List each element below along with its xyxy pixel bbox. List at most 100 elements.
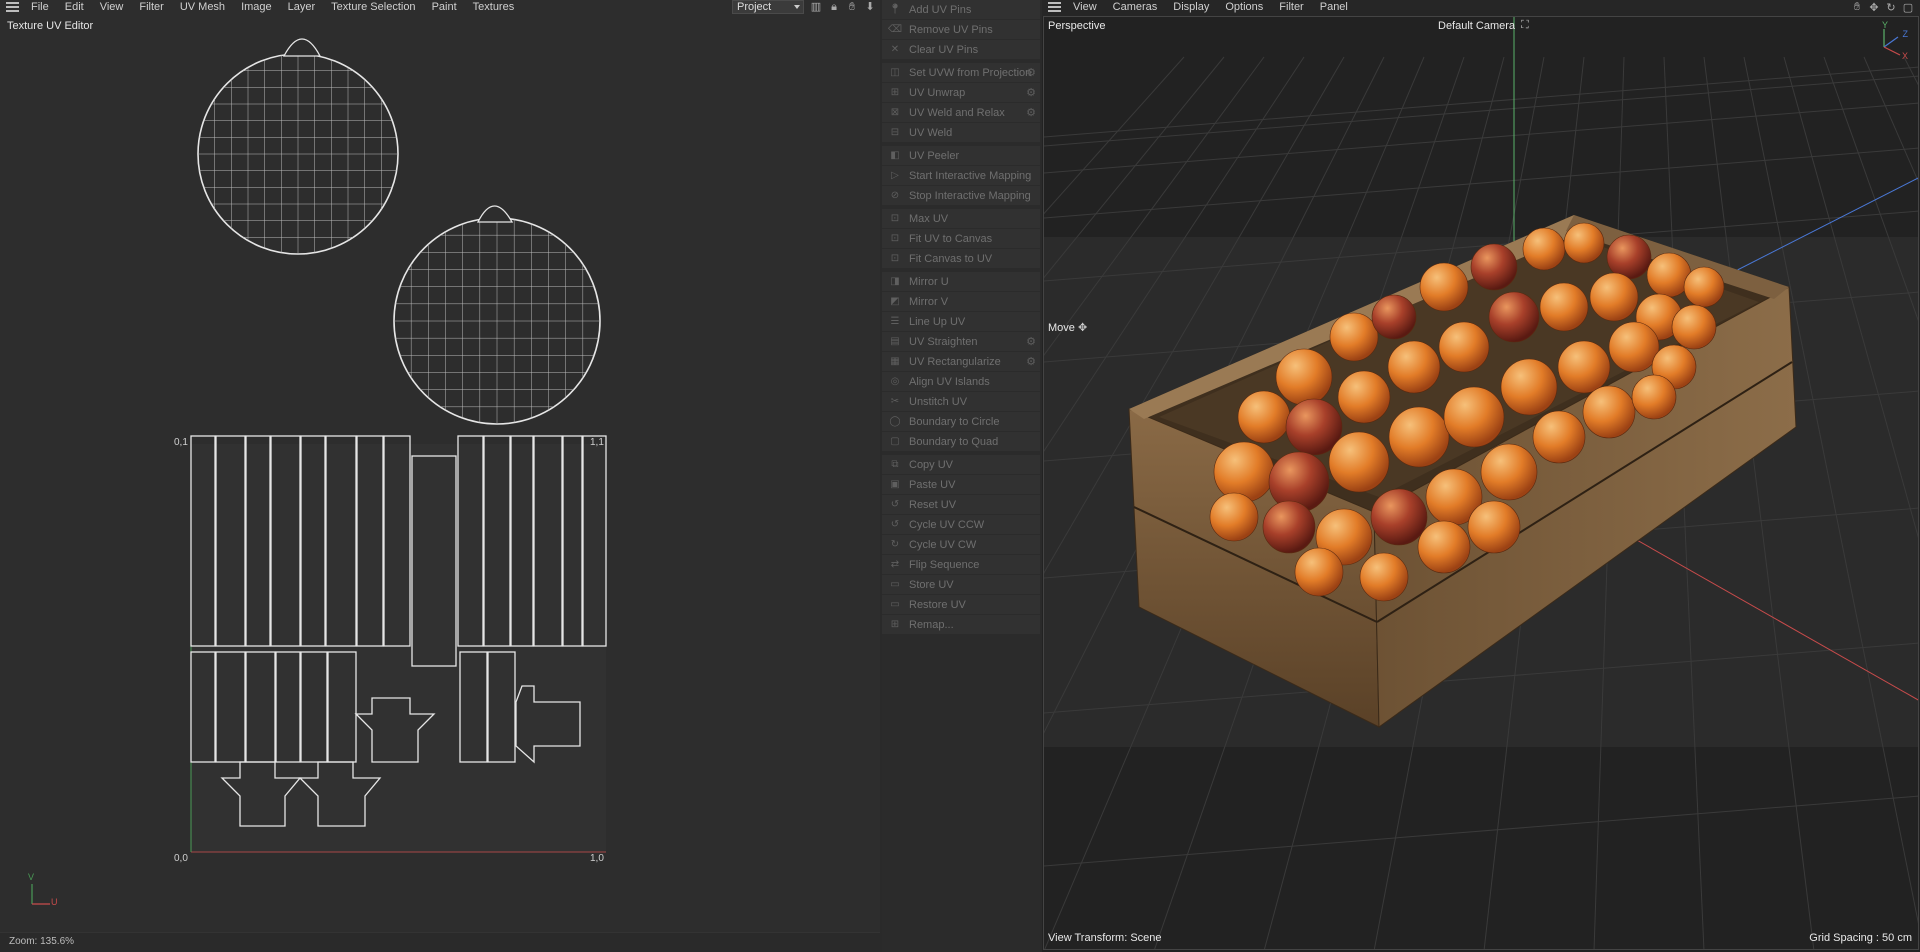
camera-label[interactable]: Default Camera: [1438, 20, 1515, 32]
mirror-v-icon: ◩: [890, 295, 900, 307]
tool-mirror-v[interactable]: ◩ Mirror V: [882, 292, 1040, 312]
gear-icon[interactable]: ⚙︎: [1026, 356, 1036, 368]
tool-group: 📍︎ Add UV Pins ⌫ Remove UV Pins ✕ Clear UV Pi…: [882, 0, 1040, 60]
menu-edit[interactable]: Edit: [57, 0, 92, 14]
gear-icon[interactable]: ⚙︎: [1026, 107, 1036, 119]
tool-clear-uv-pins[interactable]: ✕ Clear UV Pins: [882, 40, 1040, 60]
menu-hamburger-icon[interactable]: [6, 2, 19, 12]
tool-cycle-uv-cw[interactable]: ↻ Cycle UV CW: [882, 535, 1040, 555]
tool-uv-rectangularize[interactable]: ▦ UV Rectangularize ⚙︎: [882, 352, 1040, 372]
tool-max-uv[interactable]: ⊡ Max UV: [882, 209, 1040, 229]
rotate-icon[interactable]: ↻: [1885, 1, 1897, 14]
tool-group: ⊡ Max UV ⊡ Fit UV to Canvas ⊡ Fit Canvas to U…: [882, 209, 1040, 269]
tool-start-interactive-mapping[interactable]: ▷ Start Interactive Mapping: [882, 166, 1040, 186]
cw-icon: ↻: [890, 538, 900, 550]
tool-remap[interactable]: ⊞ Remap...: [882, 615, 1040, 635]
menu-filter[interactable]: Filter: [1271, 0, 1311, 14]
tool-store-uv[interactable]: ▭ Store UV: [882, 575, 1040, 595]
circle-icon: ◯: [889, 415, 901, 427]
camera-icon[interactable]: ⛶: [1521, 19, 1529, 32]
store-icon: ▭: [890, 578, 900, 590]
tool-label: Cycle UV CCW: [909, 518, 985, 531]
uv-island-stem-b: [476, 205, 514, 223]
menu-view[interactable]: View: [1065, 0, 1105, 14]
tool-remove-uv-pins[interactable]: ⌫ Remove UV Pins: [882, 20, 1040, 40]
tool-label: Clear UV Pins: [909, 43, 979, 56]
gear-icon[interactable]: ⚙︎: [1026, 336, 1036, 348]
menu-cameras[interactable]: Cameras: [1105, 0, 1166, 14]
play-icon: ▷: [891, 169, 899, 181]
menu-hamburger-icon[interactable]: [1048, 2, 1061, 12]
project-select[interactable]: Project: [732, 0, 804, 14]
menu-texture-selection[interactable]: Texture Selection: [323, 0, 423, 14]
tool-label: UV Weld and Relax: [909, 106, 1005, 119]
tool-fit-canvas-to-uv[interactable]: ⊡ Fit Canvas to UV: [882, 249, 1040, 269]
gizmo-y-label: Y: [1881, 20, 1888, 30]
tool-boundary-to-circle[interactable]: ◯ Boundary to Circle: [882, 412, 1040, 432]
menu-paint[interactable]: Paint: [424, 0, 465, 14]
tool-label: Cycle UV CW: [909, 538, 977, 551]
histogram-icon[interactable]: ▥: [810, 1, 822, 13]
tool-label: UV Unwrap: [909, 86, 966, 99]
tool-stop-interactive-mapping[interactable]: ⊘ Stop Interactive Mapping: [882, 186, 1040, 206]
menu-filter[interactable]: Filter: [131, 0, 171, 14]
tool-label: Boundary to Quad: [909, 435, 999, 448]
tool-uv-weld-and-relax[interactable]: ⊠ UV Weld and Relax ⚙︎: [882, 103, 1040, 123]
quad-icon: ▢: [890, 435, 900, 447]
fruit: [1262, 500, 1316, 554]
menu-options[interactable]: Options: [1217, 0, 1271, 14]
tool-cycle-uv-ccw[interactable]: ↺ Cycle UV CCW: [882, 515, 1040, 535]
tool-restore-uv[interactable]: ▭ Restore UV: [882, 595, 1040, 615]
menu-layer[interactable]: Layer: [280, 0, 324, 14]
viewport-canvas[interactable]: Perspective Default Camera ⛶ Move ✥ Y Z …: [1043, 16, 1919, 950]
tool-fit-uv-to-canvas[interactable]: ⊡ Fit UV to Canvas: [882, 229, 1040, 249]
menu-image[interactable]: Image: [233, 0, 280, 14]
maximize-icon[interactable]: ▢: [1902, 1, 1914, 14]
fruit: [1480, 443, 1538, 501]
tool-mirror-u[interactable]: ◨ Mirror U: [882, 272, 1040, 292]
tool-flip-sequence[interactable]: ⇄ Flip Sequence: [882, 555, 1040, 575]
hand-icon[interactable]: ✋︎: [846, 1, 858, 13]
gizmo-x-label: X: [1901, 51, 1908, 61]
menu-textures[interactable]: Textures: [465, 0, 523, 14]
tool-align-uv-islands[interactable]: ◎ Align UV Islands: [882, 372, 1040, 392]
tool-label: Max UV: [909, 212, 949, 225]
lock-icon[interactable]: 🔒︎: [828, 1, 840, 13]
projection-label[interactable]: Perspective: [1048, 20, 1105, 32]
viewport-scene: [1044, 17, 1918, 949]
menu-uv-mesh[interactable]: UV Mesh: [172, 0, 233, 14]
tool-copy-uv[interactable]: ⧉ Copy UV: [882, 455, 1040, 475]
uv-label-uv-max: 1,1: [590, 437, 604, 448]
tool-uv-straighten[interactable]: ▤ UV Straighten ⚙︎: [882, 332, 1040, 352]
menu-view[interactable]: View: [92, 0, 132, 14]
viewport-nav-icons: ✋︎ ✥ ↻ ▢: [1851, 0, 1914, 14]
tool-label: Copy UV: [909, 458, 954, 471]
panel-title: Texture UV Editor: [7, 20, 94, 32]
uv-label-u-max: 1,0: [590, 853, 604, 864]
fruit: [1488, 291, 1540, 343]
fruit: [1606, 234, 1652, 280]
tool-line-up-uv[interactable]: ☰ Line Up UV: [882, 312, 1040, 332]
tool-add-uv-pins[interactable]: 📍︎ Add UV Pins: [882, 0, 1040, 20]
menu-panel[interactable]: Panel: [1312, 0, 1356, 14]
tool-boundary-to-quad[interactable]: ▢ Boundary to Quad: [882, 432, 1040, 452]
move-arrows-icon[interactable]: ✥: [1868, 1, 1880, 14]
menu-file[interactable]: File: [23, 0, 57, 14]
tool-paste-uv[interactable]: ▣ Paste UV: [882, 475, 1040, 495]
copy-icon: ⧉: [891, 458, 899, 470]
pan-hand-icon[interactable]: ✋︎: [1851, 1, 1863, 14]
gear-icon[interactable]: ⚙︎: [1026, 87, 1036, 99]
mirror-u-icon: ◨: [890, 275, 900, 287]
tool-reset-uv[interactable]: ↺ Reset UV: [882, 495, 1040, 515]
tool-unstitch-uv[interactable]: ✂︎ Unstitch UV: [882, 392, 1040, 412]
tool-uv-unwrap[interactable]: ⊞ UV Unwrap ⚙︎: [882, 83, 1040, 103]
fruit: [1294, 547, 1344, 597]
uv-canvas[interactable]: [0, 0, 880, 952]
tool-set-uvw-from-projection[interactable]: ◫ Set UVW from Projection ⚙︎: [882, 63, 1040, 83]
tool-uv-peeler[interactable]: ◧ UV Peeler: [882, 146, 1040, 166]
menu-display[interactable]: Display: [1165, 0, 1217, 14]
tool-uv-weld[interactable]: ⊟ UV Weld: [882, 123, 1040, 143]
gear-icon[interactable]: ⚙︎: [1026, 67, 1036, 79]
download-icon[interactable]: ⬇: [864, 1, 876, 13]
uv-label-v-max: 0,1: [174, 437, 188, 448]
